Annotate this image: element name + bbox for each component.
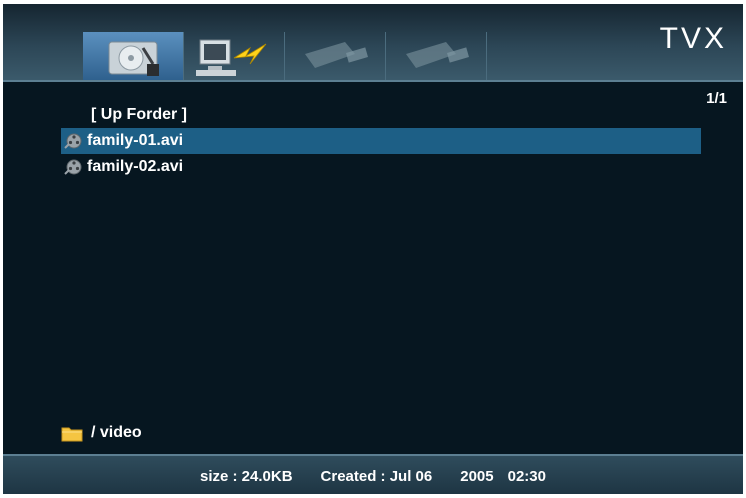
file-size: size : 24.0KB (199, 467, 293, 485)
source-tabs (83, 32, 487, 80)
page-indicator: 1/1 (706, 90, 727, 107)
list-item[interactable]: family-02.avi (61, 154, 701, 180)
tab-network[interactable] (184, 32, 285, 80)
up-folder-item[interactable]: [ Up Forder ] (61, 102, 701, 128)
film-reel-icon (61, 131, 85, 151)
file-list: [ Up Forder ] family-01.avi family-02.av… (61, 102, 701, 180)
top-bar: TVX (3, 4, 743, 82)
list-item-label: family-02.avi (87, 158, 184, 175)
hard-drive-icon (108, 41, 159, 76)
tab-usb-2[interactable] (386, 32, 487, 80)
usb-icon (305, 42, 368, 68)
tab-hard-drive[interactable] (83, 32, 184, 80)
folder-icon (61, 427, 83, 442)
created-time: 02:30 (507, 467, 546, 485)
created-date: Created : Jul 06 (320, 467, 433, 485)
media-player-screen: TVX 1/1 [ Up Forder ] family-01.avi fami… (3, 4, 743, 494)
tab-usb-1[interactable] (285, 32, 386, 80)
list-item-label: family-01.avi (87, 132, 184, 149)
up-folder-label: [ Up Forder ] (91, 106, 187, 123)
created-year: 2005 (460, 467, 494, 485)
brand-logo: TVX (659, 22, 727, 55)
current-path: / video (61, 424, 142, 442)
file-browser: 1/1 [ Up Forder ] family-01.avi family-0… (3, 82, 743, 454)
list-item[interactable]: family-01.avi (61, 128, 701, 154)
film-reel-icon (61, 157, 85, 177)
network-computer-icon (196, 39, 267, 76)
status-bar: size : 24.0KB Created : Jul 06 2005 02:3… (3, 454, 743, 494)
usb-icon (406, 42, 469, 68)
blank-icon (61, 105, 85, 125)
path-text: / video (91, 424, 142, 441)
